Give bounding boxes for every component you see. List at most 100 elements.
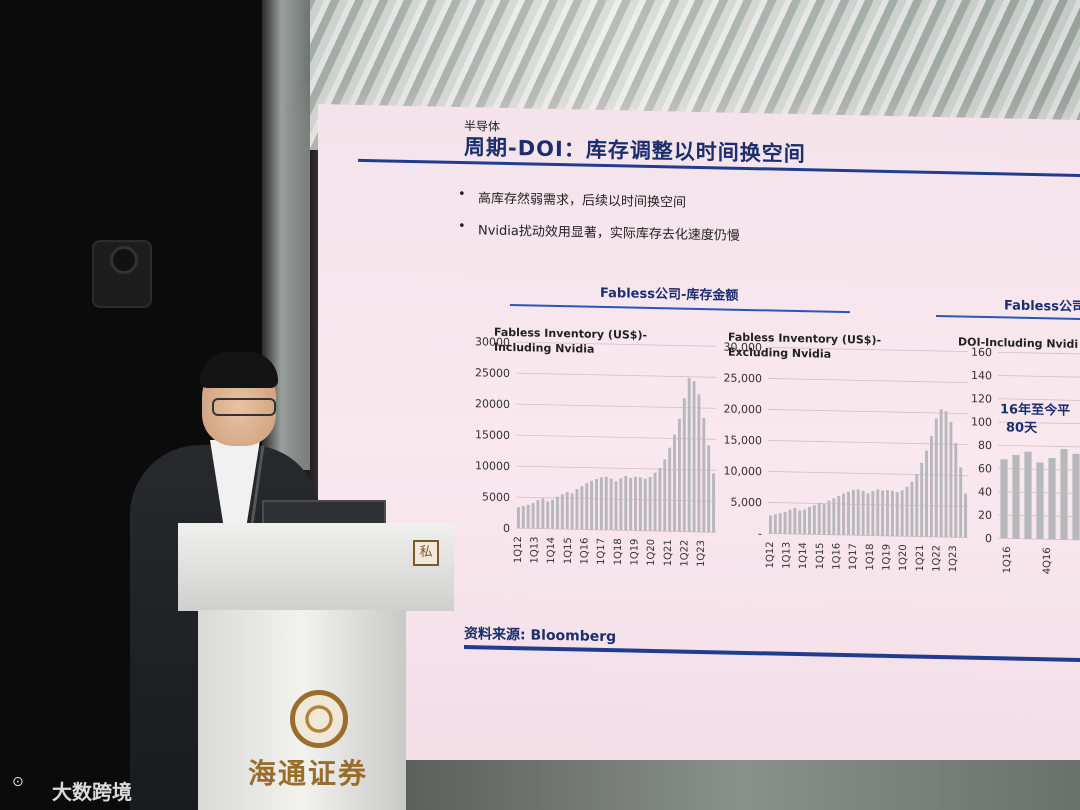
y-tick-label: 140 <box>971 369 992 382</box>
bar <box>516 507 520 529</box>
bar <box>663 459 667 532</box>
bar <box>944 411 948 538</box>
bar <box>812 505 816 535</box>
bar <box>934 418 938 537</box>
bar <box>915 473 919 537</box>
x-tick-label: 1Q20 <box>646 539 657 566</box>
bar <box>556 496 559 530</box>
y-tick-label: 10000 <box>475 459 510 473</box>
bar <box>803 509 807 535</box>
bar <box>910 481 914 537</box>
bar <box>808 506 811 535</box>
glasses-icon <box>212 398 276 416</box>
y-tick-label: 20 <box>978 509 992 522</box>
bar <box>570 493 574 530</box>
projected-slide: 半导体 周期-DOI：库存调整以时间换空间 高库存然弱需求，后续以时间换空间 N… <box>318 104 1080 781</box>
bar <box>673 434 676 532</box>
bar <box>619 478 623 531</box>
y-tick-label: 0 <box>503 522 510 535</box>
bar <box>890 490 894 537</box>
y-tick-label: 10,000 <box>724 464 762 478</box>
bar <box>521 505 525 529</box>
bar <box>783 512 787 534</box>
bar <box>881 490 885 536</box>
bar <box>546 501 550 529</box>
bar <box>905 486 909 537</box>
bar <box>629 477 633 531</box>
bar <box>541 498 545 529</box>
security-camera <box>92 240 152 308</box>
x-tick-label: 1Q15 <box>563 537 574 564</box>
gridline <box>516 403 716 409</box>
bar <box>900 490 904 537</box>
bar <box>1036 462 1044 540</box>
podium-top <box>178 523 454 611</box>
y-tick-label: 15,000 <box>724 433 762 447</box>
x-tick-label: 1Q18 <box>865 543 876 570</box>
gridline <box>516 465 716 471</box>
bar <box>609 478 613 531</box>
podium-seal: 私 <box>413 540 439 566</box>
y-tick-label: 25000 <box>475 366 510 380</box>
gridline <box>768 440 968 446</box>
bar <box>793 507 797 535</box>
bar <box>677 418 681 532</box>
gridline <box>768 409 968 415</box>
bar <box>590 480 594 530</box>
bar <box>856 489 860 536</box>
bar <box>604 476 608 531</box>
source-note: 资料来源: Bloomberg <box>464 626 617 646</box>
floor-panel <box>400 760 1080 810</box>
photo-scene: 半导体 周期-DOI：库存调整以时间换空间 高库存然弱需求，后续以时间换空间 N… <box>0 0 1080 810</box>
x-tick-label: 1Q22 <box>932 545 943 572</box>
bar <box>526 504 530 529</box>
chart-group-rule <box>510 304 850 314</box>
bar <box>768 515 772 534</box>
bar <box>871 490 875 536</box>
x-tick-label: 1Q22 <box>680 540 691 567</box>
bar <box>1060 448 1068 540</box>
bullet-1: 高库存然弱需求，后续以时间换空间 <box>478 187 686 210</box>
company-logo-icon <box>290 690 348 748</box>
y-tick-label: 60 <box>978 462 992 475</box>
bar <box>876 489 880 536</box>
bar <box>560 494 564 530</box>
x-tick-label: 1Q19 <box>882 544 893 571</box>
bar <box>1024 451 1032 539</box>
x-tick-label: 1Q13 <box>782 542 793 569</box>
bar <box>1048 457 1056 540</box>
bar <box>531 503 535 529</box>
x-tick-label: 1Q13 <box>530 536 541 563</box>
x-tick-label: 1Q18 <box>613 538 624 565</box>
bar <box>536 500 540 529</box>
bar <box>580 486 584 530</box>
bar <box>668 447 672 532</box>
watermark-icon: ⊙ <box>12 774 24 790</box>
bar <box>861 490 865 536</box>
x-tick-label: 1Q14 <box>546 537 557 564</box>
bar <box>920 462 924 537</box>
bullet-2: Nvidia扰动效用显著，实际库存去化速度仍慢 <box>478 219 740 243</box>
x-tick-label: 1Q15 <box>815 542 826 569</box>
bar <box>822 503 826 535</box>
bar <box>939 409 943 538</box>
x-tick-label: 1Q21 <box>663 539 674 566</box>
y-tick-label: 100 <box>971 415 992 428</box>
bar <box>817 502 821 535</box>
x-tick-label: 1Q12 <box>513 536 524 563</box>
bar <box>842 493 846 536</box>
bar <box>832 498 836 535</box>
bar <box>687 377 691 532</box>
bar <box>847 491 850 536</box>
bar <box>575 489 579 530</box>
bar <box>624 475 628 531</box>
bar <box>827 500 831 535</box>
bar <box>895 492 899 537</box>
bar <box>778 513 782 534</box>
y-tick-label: 5,000 <box>731 496 762 510</box>
gridline <box>998 444 1080 449</box>
y-tick-label: - <box>758 527 762 540</box>
chart-group-title: Fabless公司-库存金额 <box>600 285 739 304</box>
y-tick-label: 0 <box>985 532 992 545</box>
x-tick-label: 1Q20 <box>898 544 909 571</box>
